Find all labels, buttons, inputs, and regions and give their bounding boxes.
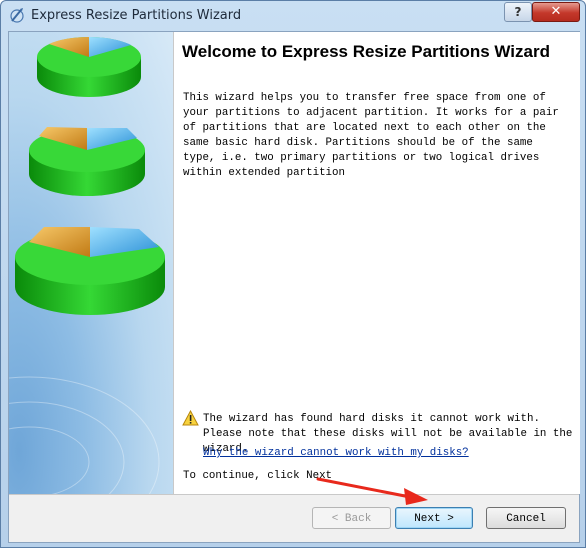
wizard-window: Express Resize Partitions Wizard ? ✕ Wel… — [0, 0, 586, 548]
continue-instruction: To continue, click Next — [183, 470, 333, 482]
disk-2-icon — [29, 127, 145, 196]
window-title: Express Resize Partitions Wizard — [31, 8, 242, 23]
partition-disks-illustration — [9, 36, 165, 494]
title-bar[interactable]: Express Resize Partitions Wizard ? ✕ — [1, 1, 585, 30]
wizard-description: This wizard helps you to transfer free s… — [183, 92, 559, 179]
disk-3-icon — [15, 227, 165, 315]
warning-icon — [182, 410, 199, 426]
disk-1-icon — [37, 36, 141, 97]
page-title: Welcome to Express Resize Partitions Wiz… — [182, 42, 550, 61]
back-button[interactable]: < Back — [312, 507, 391, 529]
wizard-content: Welcome to Express Resize Partitions Wiz… — [173, 32, 580, 494]
close-button[interactable]: ✕ — [532, 2, 580, 22]
side-illustration-panel — [9, 32, 173, 494]
footer-divider — [9, 494, 579, 495]
next-button[interactable]: Next > — [395, 507, 473, 529]
app-icon — [10, 8, 24, 23]
wizard-body: Welcome to Express Resize Partitions Wiz… — [8, 31, 580, 543]
why-disks-link[interactable]: Why the wizard cannot work with my disks… — [203, 447, 469, 459]
cancel-button[interactable]: Cancel — [486, 507, 566, 529]
help-button[interactable]: ? — [504, 2, 532, 22]
